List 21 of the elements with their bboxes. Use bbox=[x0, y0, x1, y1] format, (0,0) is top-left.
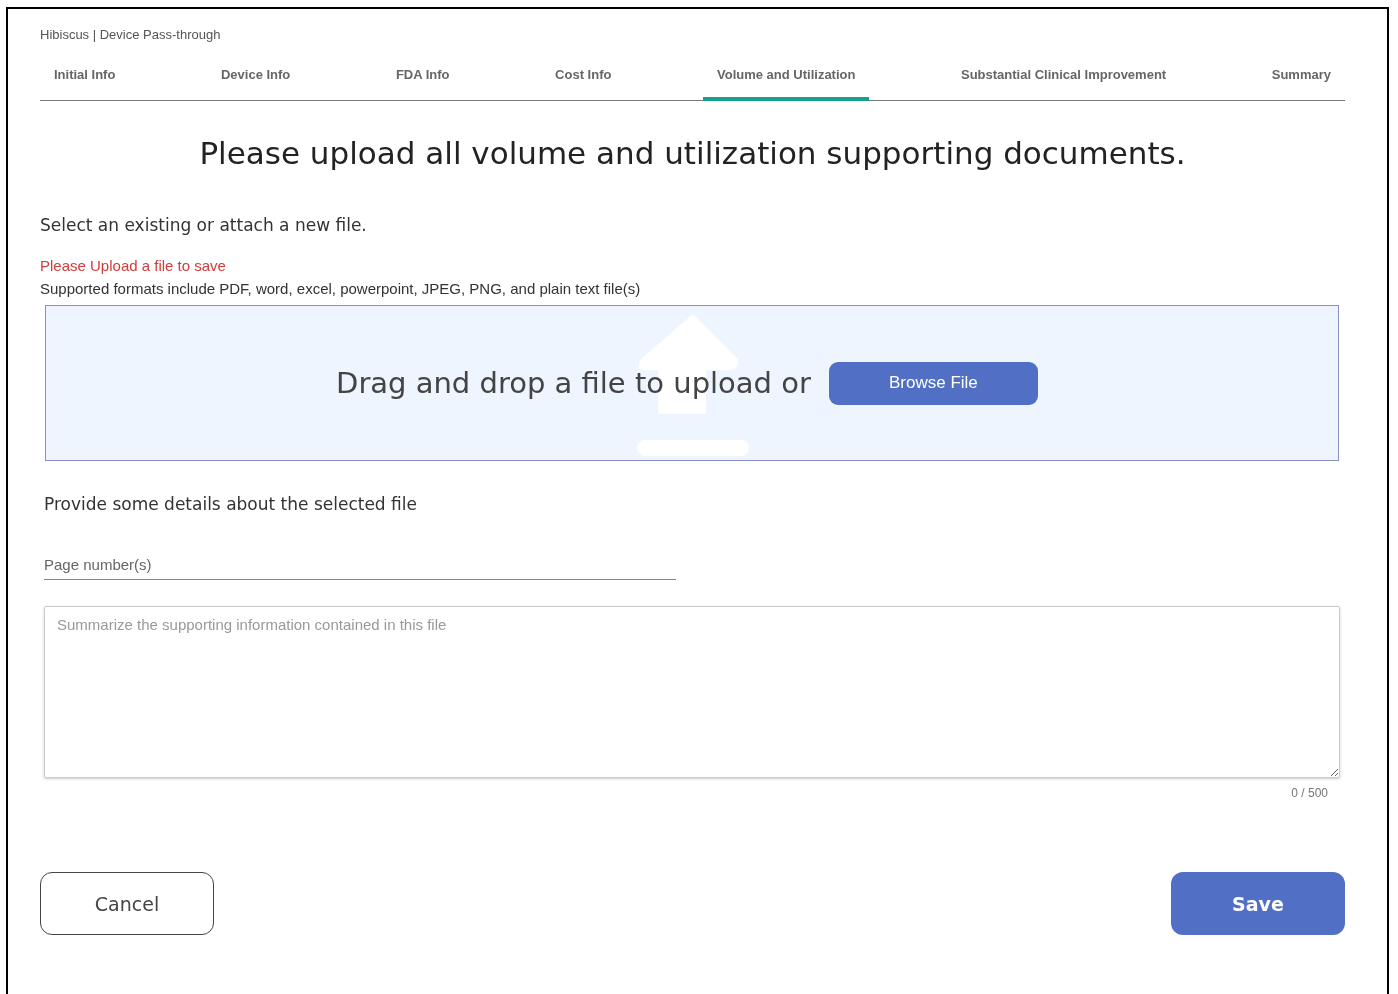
tab[interactable]: FDA Info bbox=[381, 67, 464, 101]
tab[interactable]: Initial Info bbox=[40, 67, 130, 101]
cancel-button[interactable]: Cancel bbox=[40, 872, 214, 935]
character-counter: 0 / 500 bbox=[1290, 786, 1328, 800]
browse-file-button[interactable]: Browse File bbox=[828, 361, 1038, 405]
page-heading: Please upload all volume and utilization supporting documents. bbox=[198, 135, 1187, 171]
tab[interactable]: Summary bbox=[1257, 67, 1345, 101]
save-button[interactable]: Save bbox=[1171, 872, 1345, 935]
tab[interactable]: Device Info bbox=[206, 67, 305, 101]
drop-zone[interactable]: Drag and drop a file to upload or Browse File bbox=[45, 305, 1339, 461]
formats-note: Supported formats include PDF, word, excel, powerpoint, JPEG, PNG, and plain text file(s) bbox=[40, 280, 642, 297]
instruction-text: Select an existing or attach a new file. bbox=[40, 215, 368, 235]
breadcrumb: Hibiscus | Device Pass-through bbox=[40, 27, 222, 43]
drop-zone-text: Drag and drop a file to upload or bbox=[336, 366, 811, 400]
tab[interactable]: Cost Info bbox=[541, 67, 626, 101]
page-number-field[interactable]: Page number(s) bbox=[44, 556, 676, 580]
details-label: Provide some details about the selected file bbox=[44, 494, 418, 514]
error-message: Please Upload a file to save bbox=[40, 257, 227, 274]
summary-field[interactable]: Summarize the supporting information contained in this file bbox=[44, 606, 1340, 778]
tab[interactable]: Volume and Utilization bbox=[703, 67, 870, 101]
tab[interactable]: Substantial Clinical Improvement bbox=[947, 67, 1181, 101]
